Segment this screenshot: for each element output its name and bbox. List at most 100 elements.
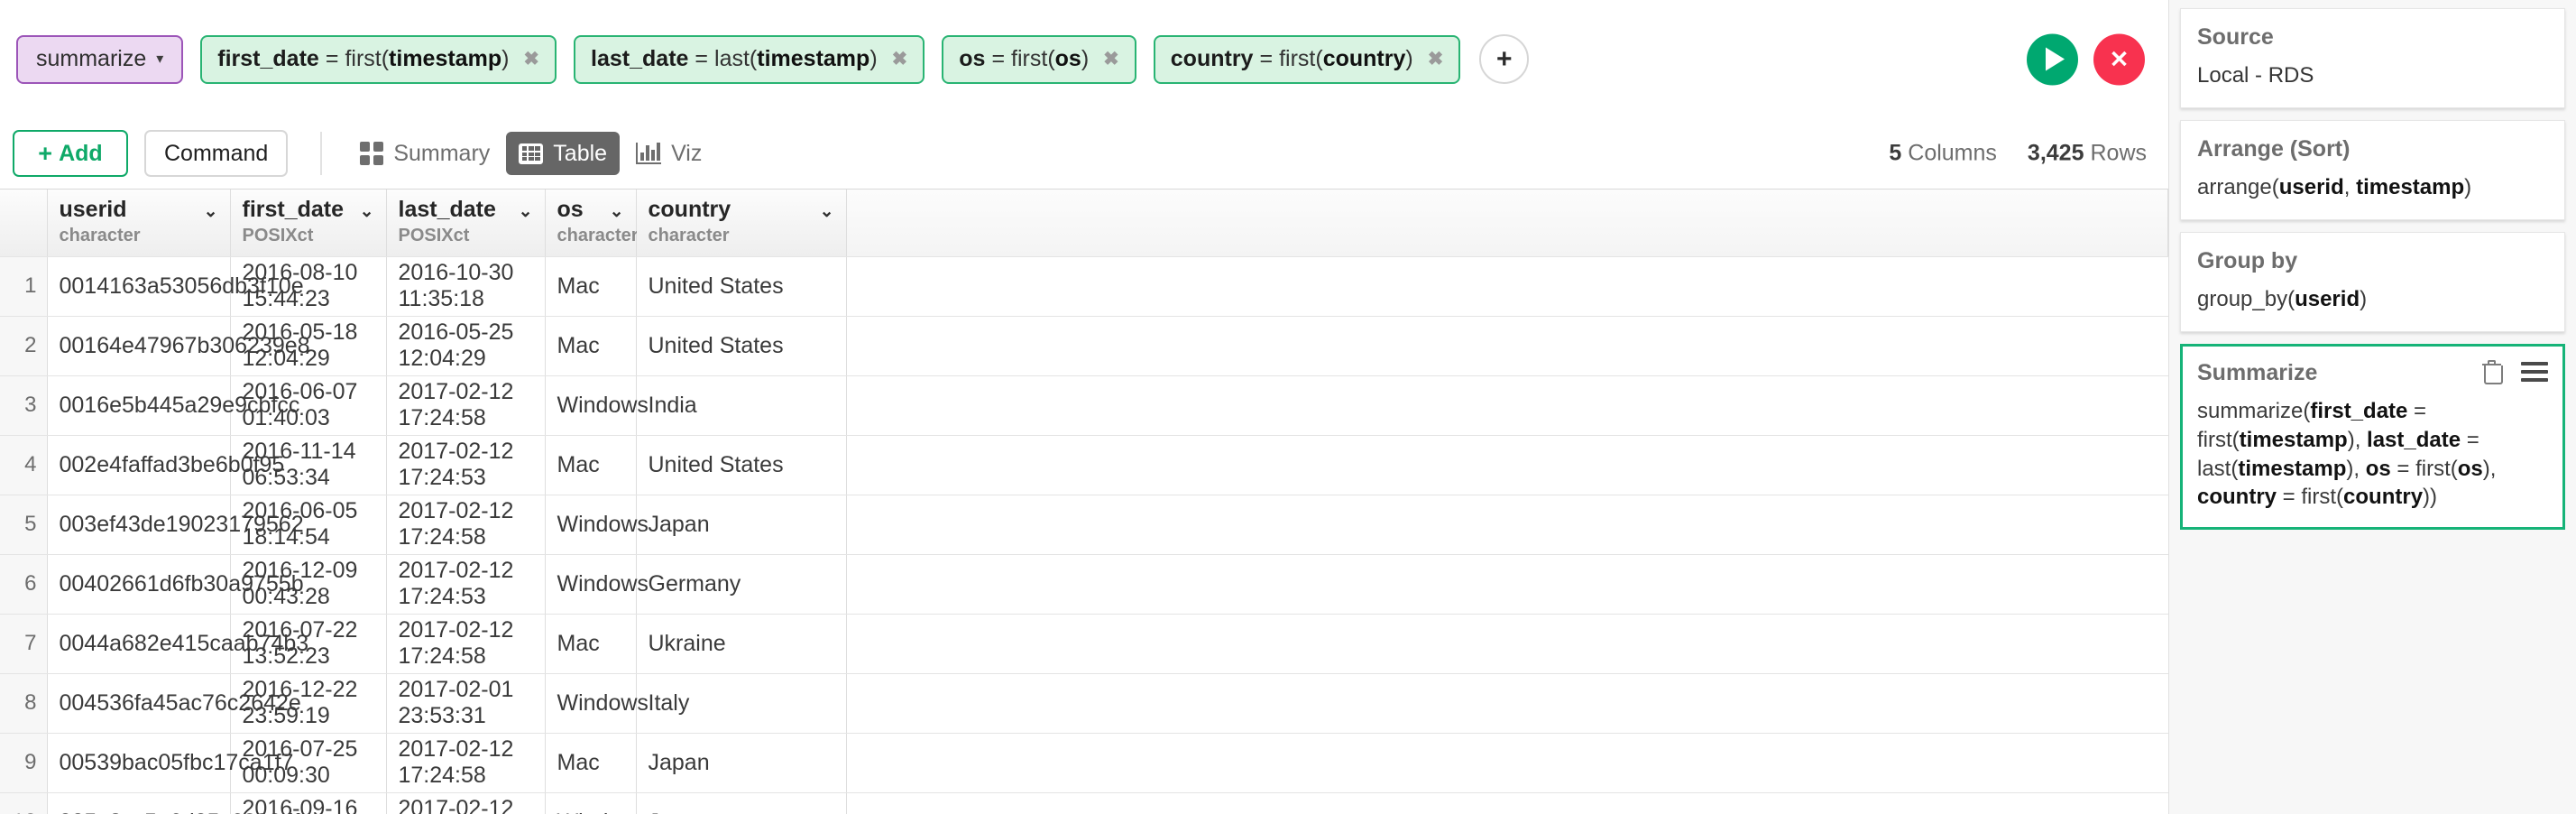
arrange-arg1: userid — [2278, 174, 2344, 199]
column-header-first-date[interactable]: first_date POSIXct ⌄ — [230, 190, 387, 257]
cell-userid: 002e4faffad3be6b0f95 — [47, 435, 284, 495]
row-number: 7 — [0, 614, 48, 674]
row-number: 2 — [0, 316, 48, 376]
column-type: POSIXct — [242, 226, 314, 246]
table-row[interactable]: 2 00164e47967b306239e8 2016-05-18 12:04:… — [0, 316, 2168, 376]
cell-last-date: 2017-02-01 23:53:31 — [386, 673, 546, 734]
expression-chip-first-date[interactable]: first_date = first( timestamp ) ✖ — [200, 34, 557, 84]
tab-viz[interactable]: Viz — [623, 132, 714, 175]
cell-userid: 0016e5b445a29e9cbfcc — [47, 375, 299, 436]
chevron-down-icon[interactable]: ⌄ — [610, 201, 624, 222]
cell-last-date: 2017-02-12 17:24:58 — [386, 614, 546, 674]
data-grid[interactable]: userid character ⌄ first_date POSIXct ⌄ … — [0, 189, 2168, 814]
cell-os: Mac — [545, 256, 637, 317]
hamburger-icon[interactable] — [2521, 361, 2548, 382]
chip-arg: os — [1054, 46, 1081, 71]
expression-chip-os[interactable]: os = first( os ) ✖ — [942, 34, 1136, 84]
cell-last-date: 2016-05-25 12:04:29 — [386, 316, 546, 376]
chip-lhs: last_date — [591, 46, 689, 71]
table-row[interactable]: 1 0014163a53056db3f10e 2016-08-10 15:44:… — [0, 256, 2168, 317]
summarize-arg-3: country — [2343, 485, 2424, 510]
filler-cell — [846, 554, 2168, 615]
row-number: 3 — [0, 375, 48, 436]
column-header-userid[interactable]: userid character ⌄ — [47, 190, 231, 257]
column-name: last_date — [398, 197, 496, 222]
chevron-down-icon[interactable]: ⌄ — [360, 201, 374, 222]
formula-chip-bar: summarize ▾ first_date = first( timestam… — [0, 0, 2168, 118]
chip-lhs: first_date — [217, 46, 319, 71]
cell-country: Japan — [636, 495, 847, 555]
table-row[interactable]: 6 00402661d6fb30a9755b 2016-12-09 00:43:… — [0, 554, 2168, 615]
cell-first-date: 2016-12-09 00:43:28 — [230, 554, 387, 615]
chevron-down-icon[interactable]: ⌄ — [820, 201, 834, 222]
summarize-eq-3: = — [2277, 485, 2302, 510]
summarize-arg-2: os — [2457, 456, 2483, 481]
add-expression-button[interactable]: + — [1479, 34, 1530, 84]
cell-os: Mac — [545, 435, 637, 495]
pipeline-step-arrange[interactable]: Arrange (Sort) arrange(userid, timestamp… — [2180, 119, 2565, 220]
chip-fn: first( — [1011, 46, 1055, 71]
cell-country: India — [636, 375, 847, 436]
column-type: POSIXct — [398, 226, 470, 246]
column-header-os[interactable]: os character ⌄ — [545, 190, 639, 257]
tab-table[interactable]: Table — [506, 132, 621, 175]
header-row: userid character ⌄ first_date POSIXct ⌄ … — [0, 190, 2168, 257]
table-row[interactable]: 9 00539bac05fbc17ca1f7 2016-07-25 00:09:… — [0, 733, 2168, 793]
run-button[interactable] — [2027, 33, 2078, 85]
expression-chip-country[interactable]: country = first( country ) ✖ — [1153, 34, 1461, 84]
cell-first-date: 2016-05-18 12:04:29 — [230, 316, 387, 376]
chevron-down-icon[interactable]: ⌄ — [204, 201, 218, 222]
arrange-close: ) — [2464, 174, 2472, 199]
card-title: Arrange (Sort) — [2197, 135, 2351, 162]
filler-cell — [846, 256, 2168, 317]
table-row[interactable]: 10 005a8cc5a6d05c6230df 2016-09-16 05:15… — [0, 792, 2168, 814]
chip-fn: first( — [345, 46, 390, 71]
expression-chip-last-date[interactable]: last_date = last( timestamp ) ✖ — [574, 34, 925, 84]
pipeline-step-summarize[interactable]: Summarize summarize(first_date = first(t… — [2180, 343, 2565, 531]
cell-userid: 0044a682e415caab74b3 — [47, 614, 308, 674]
pipeline-step-groupby[interactable]: Group by group_by(userid) — [2180, 231, 2565, 332]
cell-userid: 00539bac05fbc17ca1f7 — [47, 733, 293, 793]
chip-lhs: os — [959, 46, 986, 71]
table-icon — [519, 143, 544, 164]
rows-count-value: 3,425 — [2027, 140, 2084, 166]
summarize-close-1: ), — [2346, 456, 2366, 481]
cell-userid: 0014163a53056db3f10e — [47, 256, 304, 317]
arrange-sep: , — [2343, 174, 2357, 199]
data-table: userid character ⌄ first_date POSIXct ⌄ … — [0, 190, 2168, 814]
trash-icon[interactable] — [2482, 359, 2503, 384]
summarize-lhs-2: os — [2365, 456, 2391, 481]
groupby-fn: group_by( — [2197, 286, 2295, 311]
column-header-last-date[interactable]: last_date POSIXct ⌄ — [386, 190, 546, 257]
close-icon[interactable]: ✖ — [1428, 50, 1444, 69]
close-icon[interactable]: ✖ — [523, 50, 539, 69]
close-icon[interactable]: ✖ — [892, 50, 908, 69]
add-button-label: Add — [59, 140, 103, 166]
column-name: userid — [59, 197, 127, 222]
filler-cell — [846, 614, 2168, 674]
chevron-down-icon[interactable]: ⌄ — [519, 201, 533, 222]
column-type: character — [557, 226, 639, 246]
table-row[interactable]: 5 003ef43de19023179562 2016-06-05 18:14:… — [0, 495, 2168, 555]
table-row[interactable]: 4 002e4faffad3be6b0f95 2016-11-14 06:53:… — [0, 435, 2168, 495]
table-row[interactable]: 7 0044a682e415caab74b3 2016-07-22 13:52:… — [0, 614, 2168, 674]
verb-chip-summarize[interactable]: summarize ▾ — [16, 34, 184, 84]
cell-country: United States — [636, 316, 847, 376]
column-header-country[interactable]: country character ⌄ — [636, 190, 847, 257]
summarize-eq-0: = — [2407, 398, 2427, 423]
close-icon[interactable]: ✖ — [1103, 50, 1119, 69]
cell-last-date: 2017-02-12 17:24:58 — [386, 375, 546, 436]
summarize-lhs-3: country — [2197, 485, 2277, 510]
cell-last-date: 2017-02-12 17:24:58 — [386, 495, 546, 555]
stop-button[interactable]: ✕ — [2093, 33, 2145, 85]
add-button[interactable]: + Add — [13, 130, 128, 177]
table-row[interactable]: 3 0016e5b445a29e9cbfcc 2016-06-07 01:40:… — [0, 375, 2168, 436]
cell-last-date: 2017-02-12 17:24:53 — [386, 435, 546, 495]
pipeline-step-source[interactable]: Source Local - RDS — [2180, 8, 2565, 108]
command-button[interactable]: Command — [144, 130, 289, 177]
cell-os: Mac — [545, 316, 637, 376]
summarize-close-3: )) — [2423, 485, 2438, 510]
tab-summary-label: Summary — [393, 140, 491, 166]
tab-summary[interactable]: Summary — [347, 132, 502, 175]
table-row[interactable]: 8 004536fa45ac76c2642e 2016-12-22 23:59:… — [0, 673, 2168, 734]
